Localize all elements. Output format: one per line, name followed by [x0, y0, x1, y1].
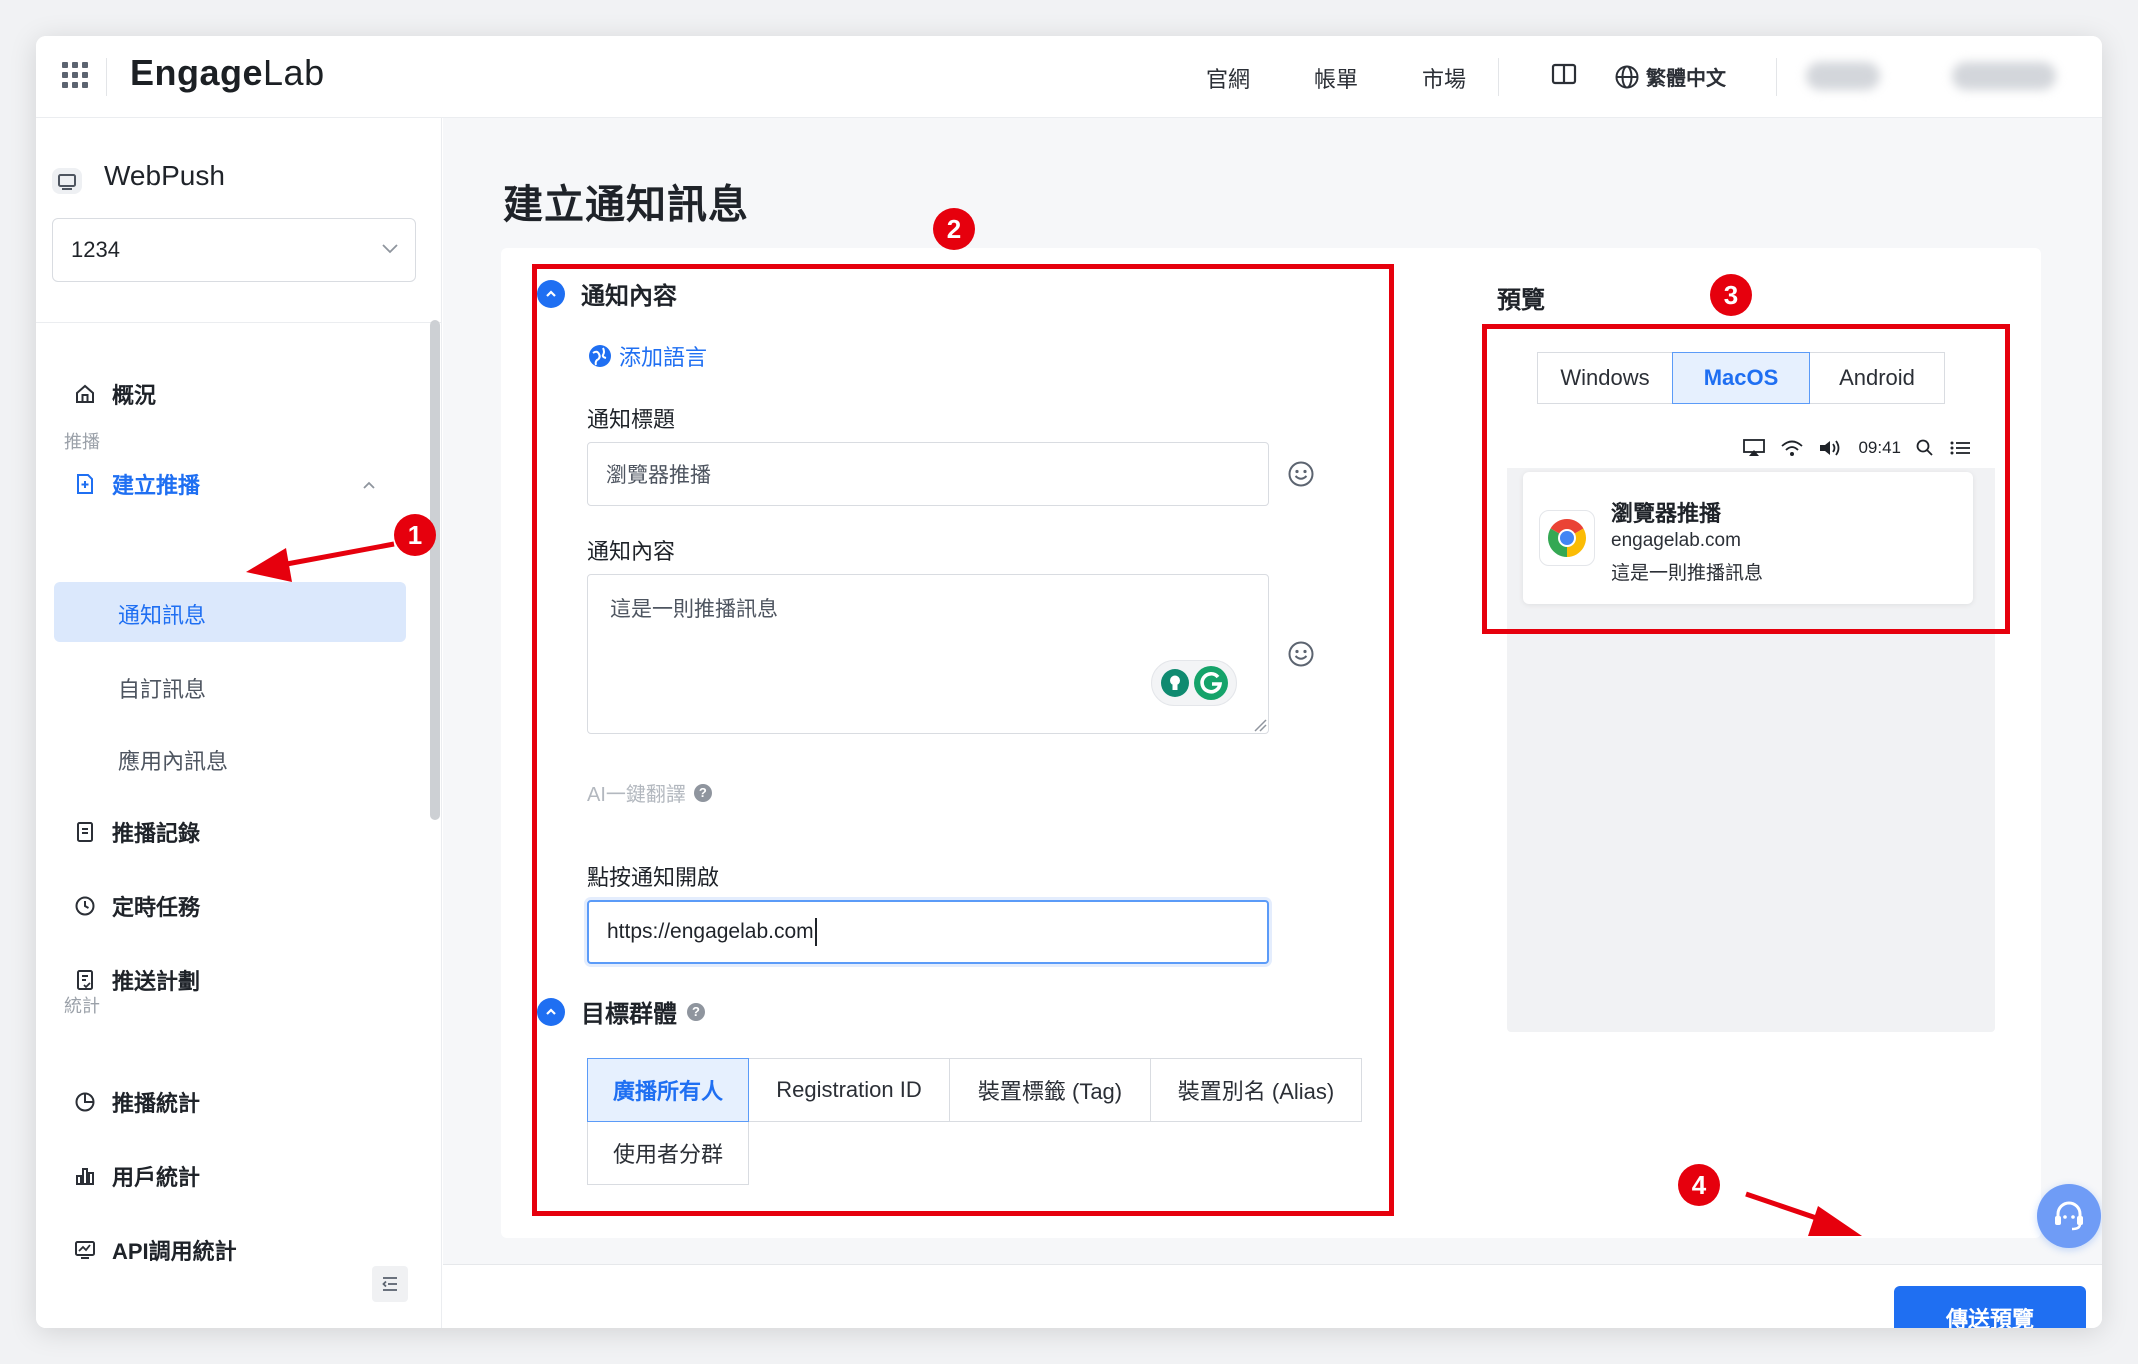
record-icon — [77, 822, 93, 842]
sidebar-item-label: API調用統計 — [112, 1239, 237, 1264]
sidebar-item-scheduled-tasks[interactable]: 定時任務 — [74, 886, 200, 926]
annotation-number-2: 2 — [933, 208, 975, 250]
sidebar-item-overview[interactable]: 概況 — [74, 374, 156, 414]
sidebar-item-label: 推播記錄 — [112, 821, 201, 846]
apps-grid-icon[interactable] — [62, 62, 88, 88]
book-icon[interactable] — [1550, 60, 1578, 93]
nav-billing[interactable]: 帳單 — [1314, 62, 1358, 94]
bar-chart-icon — [76, 1168, 94, 1185]
headset-icon — [2055, 1201, 2083, 1231]
home-icon — [76, 384, 94, 403]
divider — [106, 58, 107, 96]
product-title: WebPush — [104, 160, 225, 191]
pie-chart-icon — [75, 1092, 95, 1112]
chevron-down-icon — [379, 237, 401, 264]
nav-market[interactable]: 市場 — [1422, 62, 1466, 94]
sidebar-item-label: 概況 — [112, 383, 157, 408]
sidebar: WebPush 1234 概況 推播 建立推播 通知訊息 自訂訊息 應用內訊息 … — [36, 118, 442, 1328]
language-switcher[interactable]: 繁體中文 — [1614, 62, 1726, 91]
app-select[interactable]: 1234 — [52, 218, 416, 282]
annotation-number-3: 3 — [1710, 274, 1752, 316]
monitor-chart-icon — [75, 1241, 95, 1259]
preview-title: 預覽 — [1497, 287, 1545, 314]
sidebar-item-label: 建立推播 — [112, 473, 201, 498]
annotation-number-1: 1 — [394, 514, 436, 556]
brand-logo[interactable]: EngageLab — [130, 52, 325, 94]
tab-broadcast-all[interactable]: 廣播所有人 — [587, 1058, 749, 1122]
add-document-icon — [77, 474, 93, 494]
sidebar-active-highlight — [54, 582, 406, 642]
blurred-account[interactable] — [1806, 62, 1880, 90]
sidebar-scrollbar[interactable] — [430, 320, 440, 820]
sidebar-item-custom-message[interactable]: 自訂訊息 — [118, 672, 206, 704]
collapse-sidebar-button[interactable] — [372, 1266, 408, 1302]
plan-icon — [77, 970, 93, 990]
brand-suffix: Lab — [263, 52, 325, 93]
chevron-up-icon[interactable] — [360, 476, 378, 499]
sidebar-item-create-push[interactable]: 建立推播 — [74, 464, 200, 504]
nav-official-site[interactable]: 官網 — [1206, 62, 1250, 94]
sidebar-item-label: 定時任務 — [112, 895, 201, 920]
brand-name: Engage — [130, 52, 264, 93]
sidebar-group-push: 推播 — [64, 432, 100, 452]
app-select-value: 1234 — [71, 237, 120, 262]
sidebar-item-user-stats[interactable]: 用戶統計 — [74, 1156, 200, 1196]
divider — [1498, 58, 1499, 96]
divider — [36, 322, 442, 323]
sidebar-item-label: 推播統計 — [112, 1091, 201, 1116]
globe-icon — [1615, 65, 1639, 88]
language-label: 繁體中文 — [1646, 68, 1726, 90]
page-title: 建立通知訊息 — [503, 183, 749, 227]
sidebar-item-notification-message[interactable]: 通知訊息 — [118, 598, 206, 630]
sidebar-item-label: 用戶統計 — [112, 1165, 201, 1190]
tab-os-macos[interactable]: MacOS — [1672, 352, 1810, 404]
sidebar-item-push-records[interactable]: 推播記錄 — [74, 812, 200, 852]
top-bar: EngageLab 官網 帳單 市場 繁體中文 — [36, 36, 2102, 118]
divider — [1776, 58, 1777, 96]
webpush-icon — [50, 164, 84, 198]
clock-icon — [75, 896, 95, 916]
send-preview-button[interactable]: 傳送預覽 — [1894, 1286, 2086, 1328]
sidebar-item-label: 推送計劃 — [112, 969, 201, 994]
footer-bar — [443, 1264, 2102, 1328]
sidebar-group-stats: 統計 — [64, 996, 100, 1016]
sidebar-item-api-stats[interactable]: API調用統計 — [74, 1230, 237, 1270]
annotation-number-4: 4 — [1678, 1164, 1720, 1206]
sidebar-item-push-stats[interactable]: 推播統計 — [74, 1082, 200, 1122]
blurred-user-avatar[interactable] — [1952, 62, 2056, 90]
customer-support-button[interactable] — [2037, 1184, 2101, 1248]
collapse-icon — [382, 1277, 397, 1291]
sidebar-item-in-app-message[interactable]: 應用內訊息 — [118, 744, 228, 776]
